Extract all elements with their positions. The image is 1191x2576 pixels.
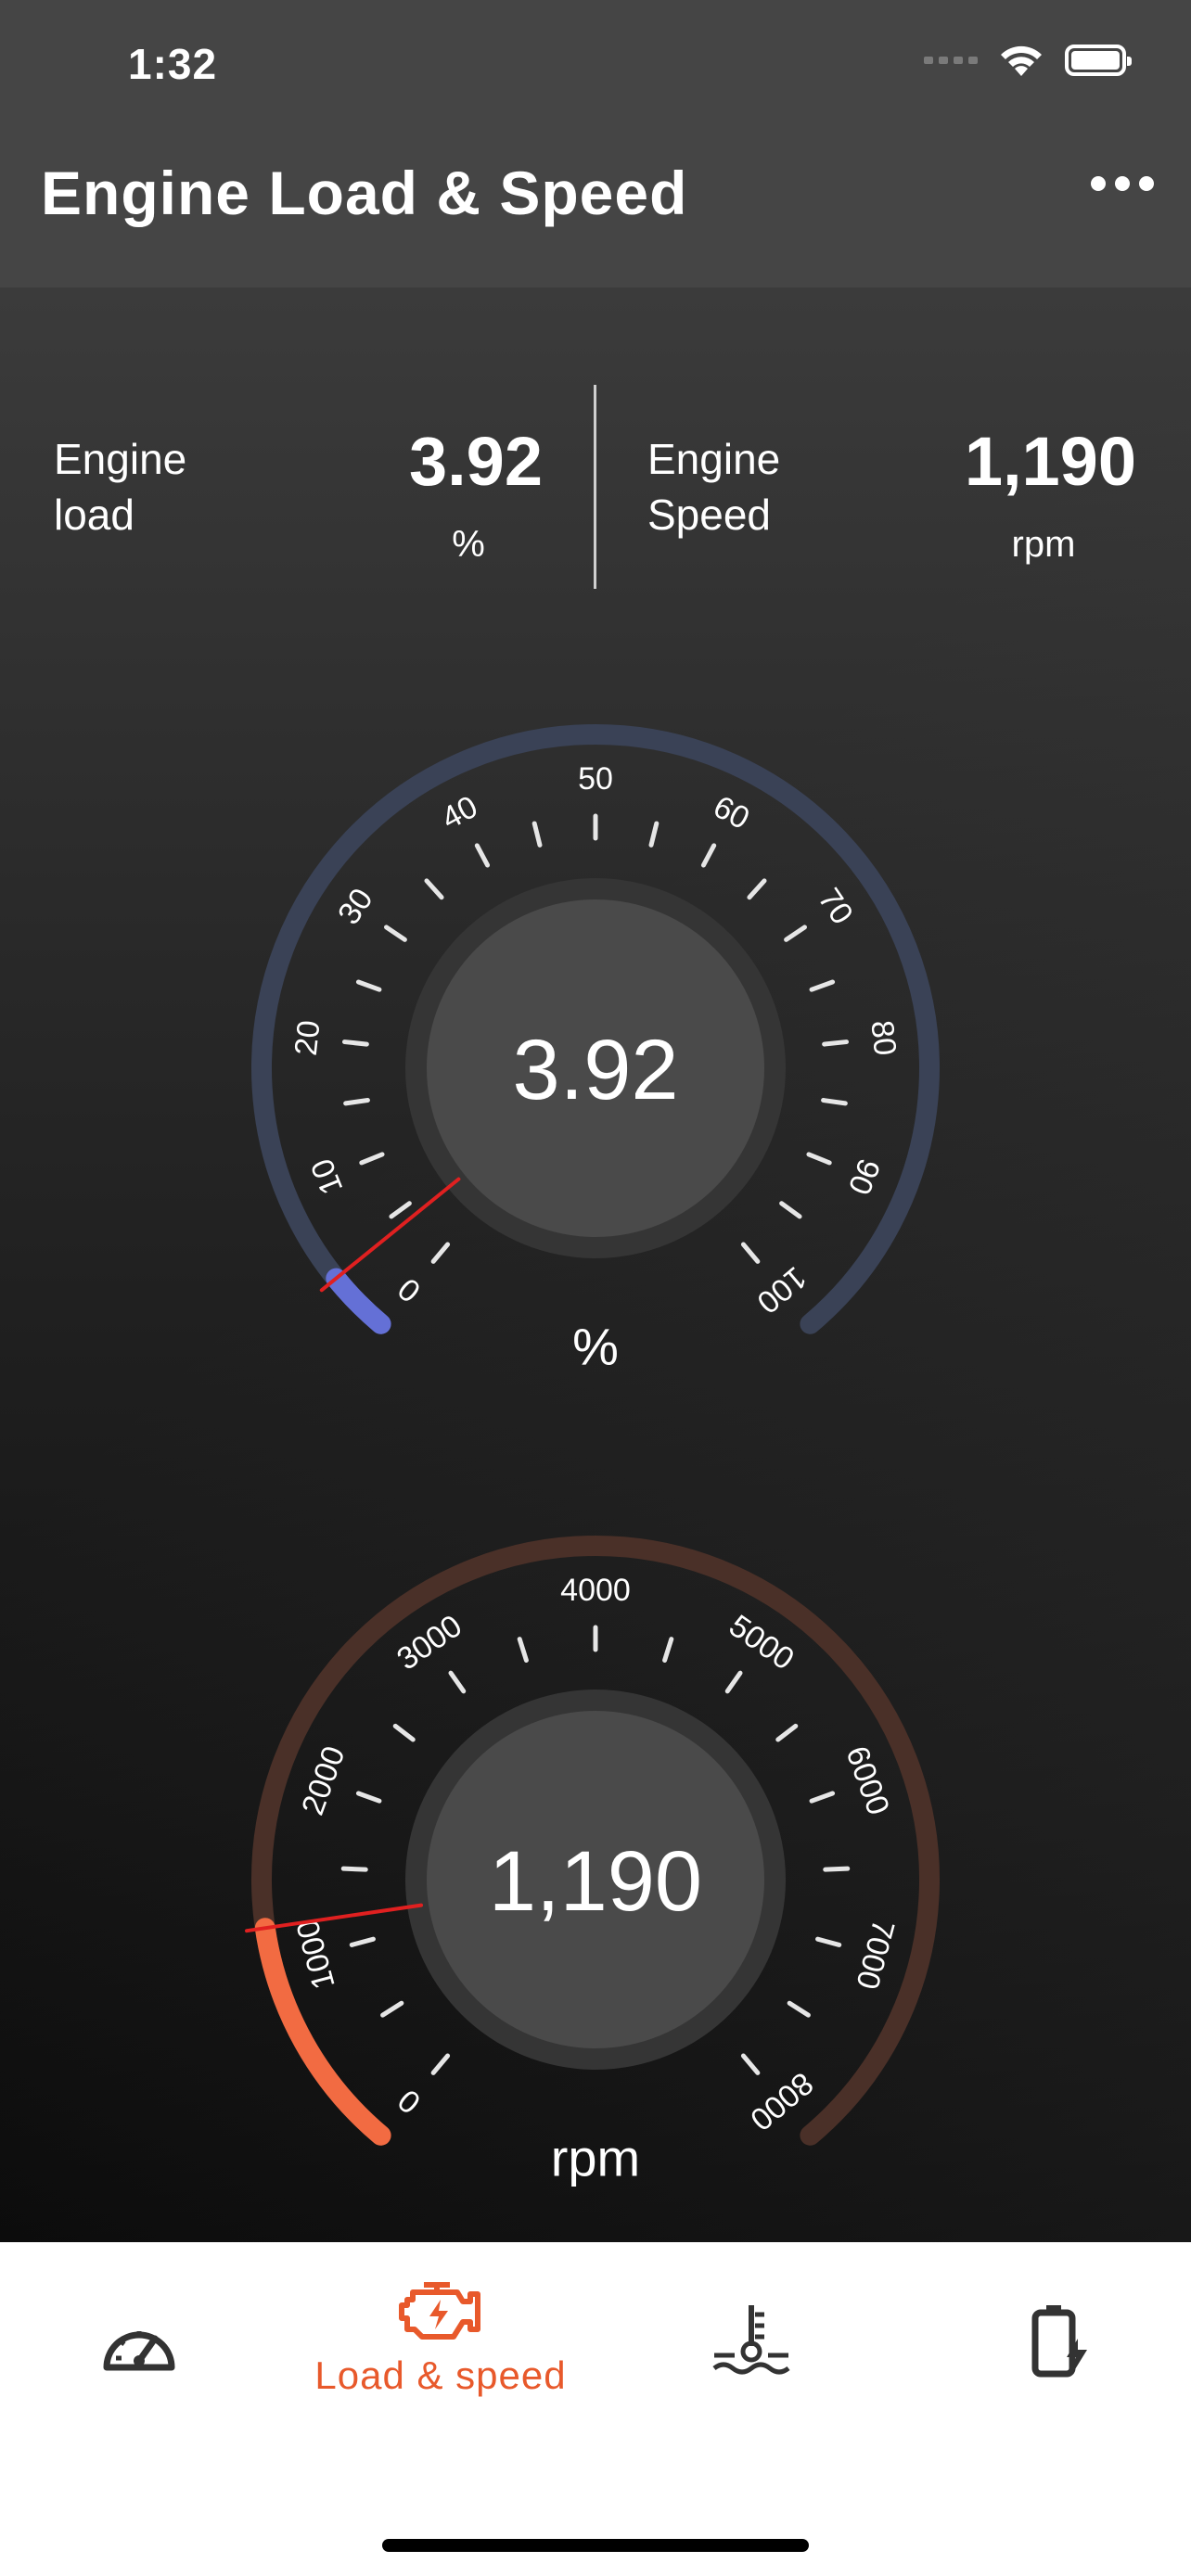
bottom-tab-bar: Load & speed xyxy=(0,2242,1191,2576)
status-time: 1:32 xyxy=(128,40,218,88)
gauge-tick xyxy=(341,1039,369,1047)
gauge-unit: % xyxy=(572,1318,619,1376)
gauge-tick-label: 40 xyxy=(436,789,483,836)
gauge-tick xyxy=(389,1201,412,1219)
gauge-needle xyxy=(319,1177,461,1293)
gauge-tick-label: 90 xyxy=(841,1154,887,1199)
engine-load-gauge: 0 10 20 30 40 50 60 70 80 90 100 3.92% xyxy=(0,686,1191,1391)
gauge-tick xyxy=(517,1637,529,1663)
more-horizontal-icon xyxy=(1091,176,1106,191)
gauge-tick xyxy=(448,1670,467,1694)
gauge-unit: rpm xyxy=(551,2129,640,2187)
gauge-tick xyxy=(747,878,767,900)
tab-load-and-speed-label: Load & speed xyxy=(314,2353,567,2397)
gauge-tick xyxy=(355,979,382,992)
app-screen: 1:32 Engine Load & Speed Engine load 3.9… xyxy=(0,0,1191,2242)
gauge-value: 1,190 xyxy=(489,1834,702,1929)
coolant-temperature-icon xyxy=(712,2305,790,2375)
gauge-tick xyxy=(822,1039,850,1047)
gauge-value: 3.92 xyxy=(512,1023,678,1117)
speedometer-icon xyxy=(103,2331,175,2371)
engine-load-label: Engine load xyxy=(54,435,187,539)
page-title: Engine Load & Speed xyxy=(41,159,688,227)
gauge-tick xyxy=(384,925,407,942)
gauge-tick-label: 4000 xyxy=(560,1573,631,1608)
gauge-tick xyxy=(809,1791,836,1804)
summary-panel: Engine load 3.92 % Engine Speed 1,190 rp… xyxy=(0,385,1191,593)
tab-load-and-speed[interactable]: Load & speed xyxy=(297,2242,584,2428)
gauge-tick-label: 50 xyxy=(578,761,613,797)
gauge-tick-label: 7000 xyxy=(849,1916,901,1993)
battery-charging-icon xyxy=(1031,2305,1087,2378)
tab-coolant[interactable] xyxy=(677,2242,826,2428)
more-options-button[interactable] xyxy=(1091,176,1154,191)
wifi-icon xyxy=(1001,45,1042,76)
gauge-tick xyxy=(430,2053,451,2075)
app-bar: 1:32 Engine Load & Speed xyxy=(0,0,1191,287)
gauge-tick xyxy=(806,1152,832,1166)
gauge-tick xyxy=(424,878,444,900)
gauge-tick xyxy=(531,821,543,848)
engine-speed-gauge: 0 1000 2000 3000 4000 5000 6000 7000 8000 1,190 rp… xyxy=(0,1498,1191,2202)
gauge-tick xyxy=(740,2053,761,2075)
gauge-tick xyxy=(823,1866,851,1872)
engine-load-value: 3.92 xyxy=(408,423,543,500)
gauge-tick xyxy=(392,1723,416,1742)
gauge-tick xyxy=(775,1723,799,1742)
gauge-tick xyxy=(349,1936,376,1947)
gauge-tick-label: 60 xyxy=(708,789,755,836)
gauge-tick-label: 1000 xyxy=(289,1916,341,1993)
engine-icon xyxy=(399,2282,480,2340)
gauge-tick xyxy=(724,1670,743,1694)
gauge-tick-label: 70 xyxy=(811,882,860,931)
gauge-tick xyxy=(430,1242,451,1264)
gauge-active-arc xyxy=(326,1268,391,1334)
gauge-tick-label: 0 xyxy=(391,1270,428,1308)
gauge-tick xyxy=(343,1098,370,1106)
gauge-tick xyxy=(700,843,717,868)
tab-dashboard[interactable] xyxy=(65,2242,213,2428)
gauge-tick xyxy=(815,1936,842,1947)
gauge-tick-label: 10 xyxy=(304,1154,350,1199)
gauge-tick xyxy=(380,2000,404,2018)
gauge-tick xyxy=(340,1866,368,1872)
gauge-tick xyxy=(355,1791,382,1804)
gauge-tick-label: 100 xyxy=(750,1259,813,1320)
gauge-tick-label: 80 xyxy=(864,1019,903,1058)
tab-battery[interactable] xyxy=(983,2242,1132,2428)
gauge-tick xyxy=(809,979,836,992)
engine-load-unit: % xyxy=(452,524,485,565)
home-indicator xyxy=(382,2539,809,2552)
gauge-tick xyxy=(648,821,660,848)
engine-speed-label: Engine Speed xyxy=(647,435,781,539)
gauge-tick xyxy=(359,1152,385,1166)
gauge-tick xyxy=(662,1637,674,1663)
cellular-signal-icon xyxy=(924,57,978,64)
battery-icon xyxy=(1065,45,1132,76)
status-icons xyxy=(924,43,1132,78)
gauge-tick xyxy=(740,1242,761,1264)
gauge-tick-label: 30 xyxy=(331,882,380,931)
engine-speed-value: 1,190 xyxy=(964,423,1136,500)
gauge-tick xyxy=(784,925,807,942)
gauge-tick xyxy=(821,1098,848,1106)
summary-divider xyxy=(594,385,596,589)
gauge-tick-label: 6000 xyxy=(839,1741,896,1819)
gauge-tick-label: 0 xyxy=(391,2082,428,2120)
gauge-tick-label: 20 xyxy=(288,1019,327,1058)
gauge-tick xyxy=(787,2000,811,2018)
gauge-tick xyxy=(474,843,491,868)
engine-speed-unit: rpm xyxy=(1011,524,1076,565)
gauge-tick xyxy=(779,1201,802,1219)
gauge-tick-label: 2000 xyxy=(295,1741,352,1819)
